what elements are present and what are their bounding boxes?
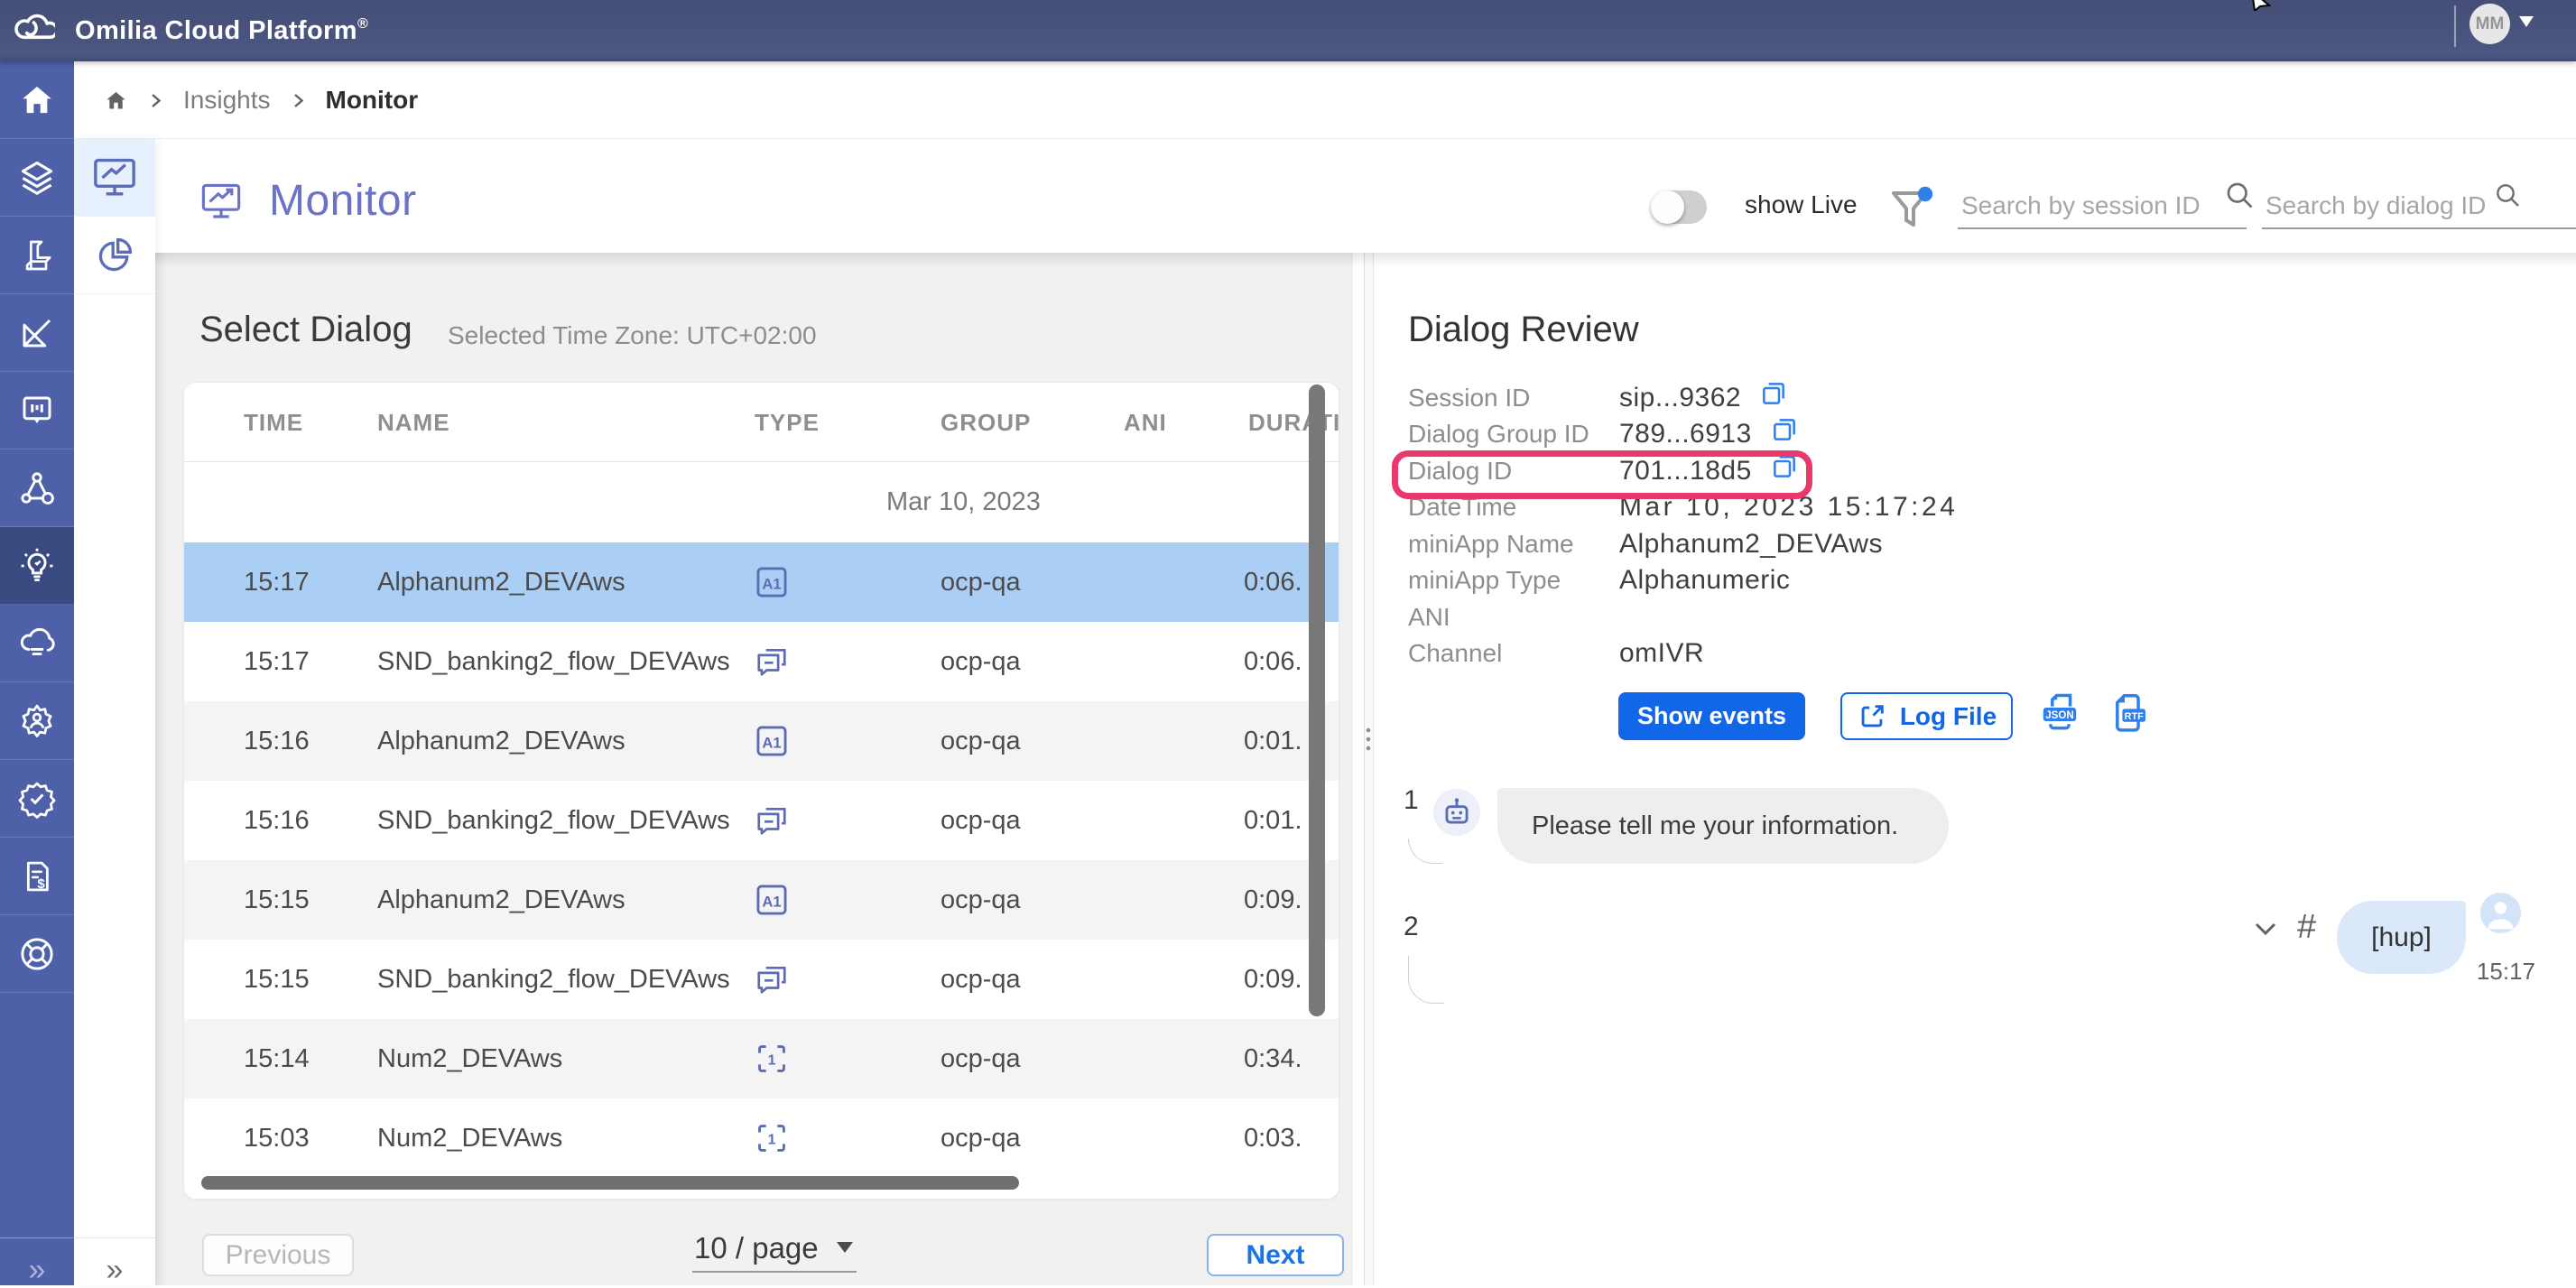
svg-text:A1: A1 xyxy=(762,893,781,910)
svg-text:A1: A1 xyxy=(762,575,781,592)
svg-text:$: $ xyxy=(37,876,45,891)
svg-text:RTF: RTF xyxy=(2125,711,2144,722)
svg-text:A1: A1 xyxy=(762,734,781,751)
svg-text:1: 1 xyxy=(768,1132,776,1147)
svg-text:JSON: JSON xyxy=(2045,710,2073,721)
svg-text:1: 1 xyxy=(768,1052,776,1068)
